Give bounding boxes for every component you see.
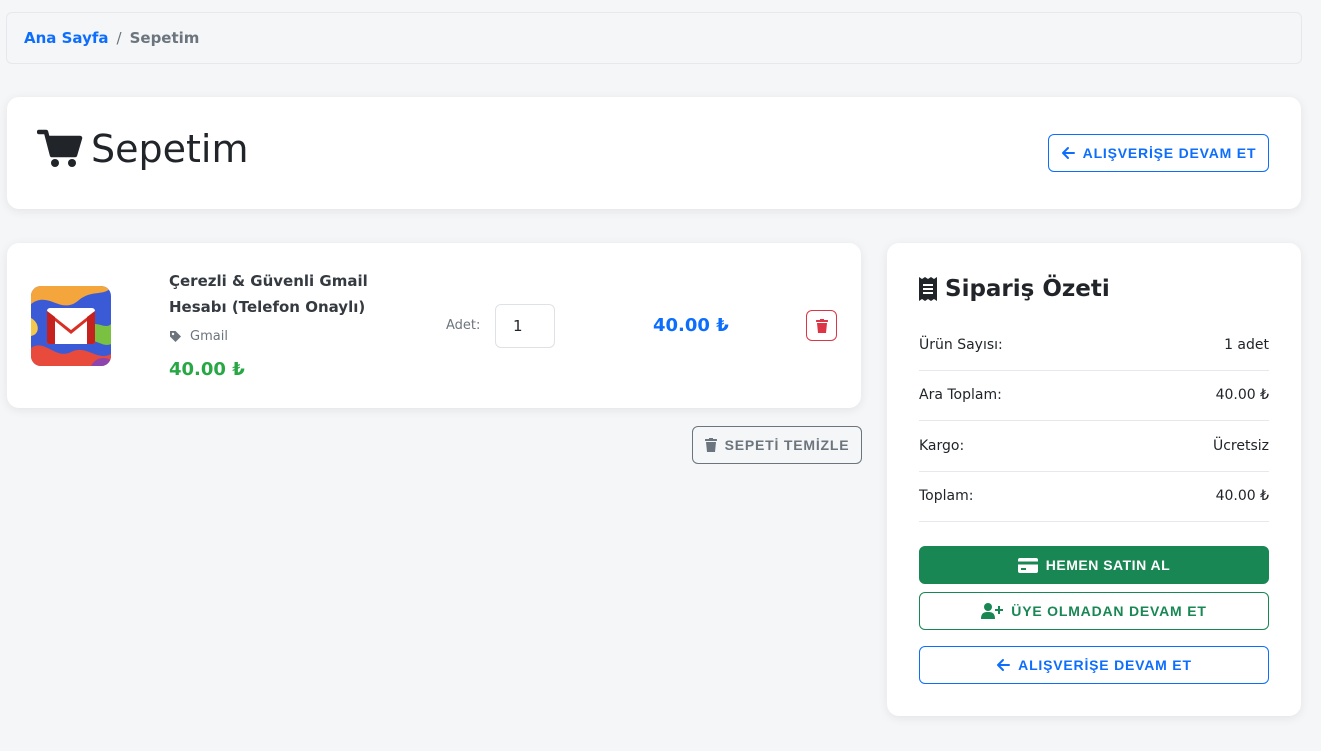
continue-shopping-button[interactable]: ALIŞVERİŞE DEVAM ET <box>1048 134 1269 172</box>
breadcrumb-home-link[interactable]: Ana Sayfa <box>24 29 109 47</box>
trash-icon <box>815 318 828 333</box>
product-unit-price: 40.00 ₺ <box>169 359 245 380</box>
page-title-text: Sepetim <box>91 127 249 171</box>
user-plus-icon <box>981 603 1004 619</box>
page-title: Sepetim <box>37 127 248 171</box>
tag-icon <box>170 331 181 342</box>
order-summary-card: Sipariş Özeti Ürün Sayısı: 1 adet Ara To… <box>887 243 1301 716</box>
summary-row-label: Toplam: <box>919 488 974 505</box>
remove-item-button[interactable] <box>806 310 837 341</box>
summary-row-label: Ara Toplam: <box>919 387 1002 404</box>
breadcrumb-separator: / <box>116 29 122 47</box>
cart-icon <box>37 129 83 167</box>
buy-now-label: HEMEN SATIN AL <box>1045 557 1171 573</box>
summary-continue-shopping-button[interactable]: ALIŞVERİŞE DEVAM ET <box>919 646 1269 684</box>
clear-cart-label: SEPETİ TEMİZLE <box>724 437 850 453</box>
summary-row: Toplam: 40.00 ₺ <box>919 472 1269 522</box>
quantity-input[interactable] <box>495 304 555 348</box>
trash-icon <box>704 438 717 452</box>
clear-cart-button[interactable]: SEPETİ TEMİZLE <box>692 426 862 464</box>
quantity-label: Adet: <box>446 318 481 333</box>
breadcrumb-current: Sepetim <box>129 29 200 47</box>
guest-checkout-label: ÜYE OLMADAN DEVAM ET <box>1011 603 1207 619</box>
order-summary-title-text: Sipariş Özeti <box>945 276 1110 302</box>
summary-row-value: 40.00 ₺ <box>1215 488 1269 505</box>
summary-row: Kargo: Ücretsiz <box>919 421 1269 472</box>
product-category: Gmail <box>169 329 228 344</box>
page-header-card: Sepetim ALIŞVERİŞE DEVAM ET <box>7 97 1301 209</box>
guest-checkout-button[interactable]: ÜYE OLMADAN DEVAM ET <box>919 592 1269 630</box>
summary-continue-shopping-label: ALIŞVERİŞE DEVAM ET <box>1018 657 1192 673</box>
breadcrumb: Ana Sayfa / Sepetim <box>6 12 1302 64</box>
product-name[interactable]: Çerezli & Güvenli Gmail Hesabı (Telefon … <box>169 268 409 320</box>
summary-row-value: 40.00 ₺ <box>1215 387 1269 404</box>
arrow-left-icon <box>997 659 1011 671</box>
summary-row: Ara Toplam: 40.00 ₺ <box>919 371 1269 421</box>
credit-card-icon <box>1017 557 1038 573</box>
arrow-left-icon <box>1061 147 1075 159</box>
summary-row-value: Ücretsiz <box>1212 437 1269 454</box>
product-category-label: Gmail <box>190 329 228 344</box>
cart-item-card: Çerezli & Güvenli Gmail Hesabı (Telefon … <box>7 243 861 408</box>
buy-now-button[interactable]: HEMEN SATIN AL <box>919 546 1269 584</box>
continue-shopping-label: ALIŞVERİŞE DEVAM ET <box>1082 145 1257 161</box>
gmail-logo <box>31 286 111 366</box>
receipt-icon <box>919 277 937 301</box>
order-summary-title: Sipariş Özeti <box>919 276 1110 302</box>
summary-row-label: Ürün Sayısı: <box>919 336 1003 353</box>
line-total: 40.00 ₺ <box>653 315 729 336</box>
summary-row: Ürün Sayısı: 1 adet <box>919 320 1269 371</box>
summary-row-value: 1 adet <box>1224 336 1269 353</box>
summary-rows: Ürün Sayısı: 1 adet Ara Toplam: 40.00 ₺ … <box>919 320 1269 522</box>
summary-row-label: Kargo: <box>919 437 965 454</box>
